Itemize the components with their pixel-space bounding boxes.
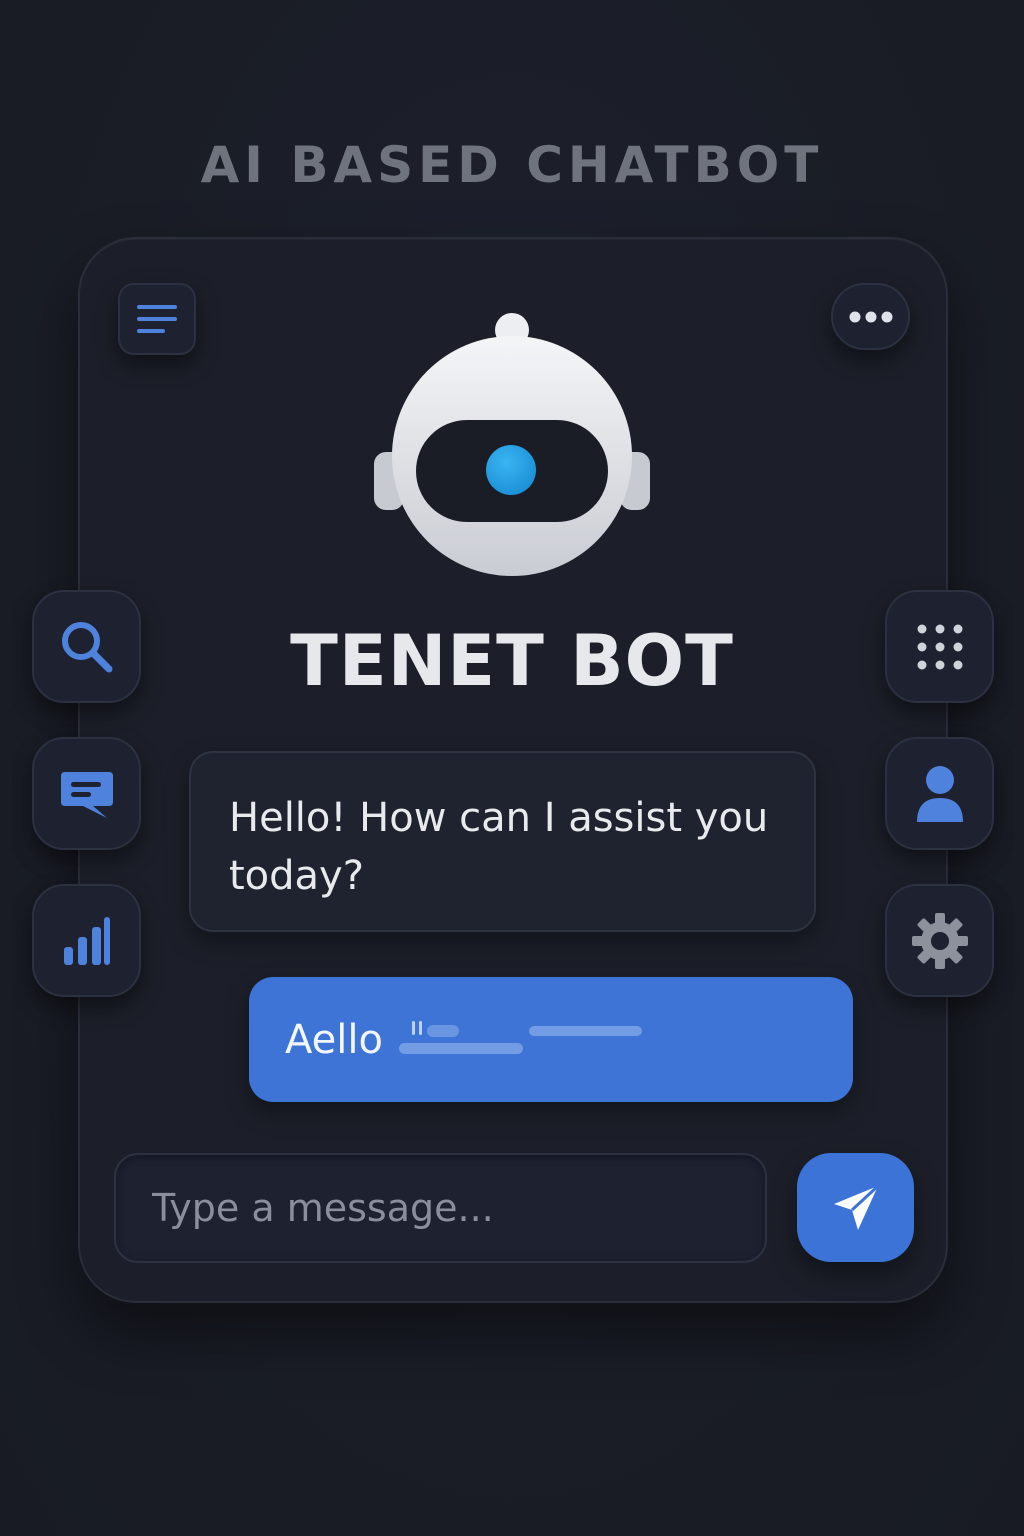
user-message-text: Aello <box>285 1017 383 1063</box>
text-cursor <box>412 1021 415 1035</box>
settings-button[interactable] <box>885 884 994 997</box>
page: AI BASED CHATBOT TENET BOT Hello! How ca… <box>0 0 1024 1536</box>
hamburger-menu-icon <box>137 305 177 333</box>
analytics-button[interactable] <box>32 884 141 997</box>
apps-button[interactable] <box>885 590 994 703</box>
send-button[interactable] <box>797 1153 914 1262</box>
gear-icon <box>911 912 968 969</box>
message-input[interactable] <box>150 1185 731 1231</box>
grid-dots-icon <box>917 624 962 669</box>
more-options-button[interactable] <box>831 283 910 350</box>
chat-bubble-icon <box>60 771 113 818</box>
search-icon <box>61 621 112 672</box>
menu-button[interactable] <box>118 283 196 355</box>
chat-button[interactable] <box>32 737 141 850</box>
bot-message-text: Hello! How can I assist you today? <box>229 795 769 899</box>
text-cursor <box>419 1021 422 1035</box>
bar-chart-icon <box>63 916 110 965</box>
blurred-text-line <box>427 1025 459 1037</box>
user-icon <box>916 765 963 822</box>
message-input-container <box>114 1153 767 1263</box>
blurred-text-line <box>399 1043 523 1054</box>
more-horizontal-icon <box>849 311 892 322</box>
blurred-text-line <box>529 1026 642 1036</box>
bot-message: Hello! How can I assist you today? <box>189 751 816 932</box>
page-heading: AI BASED CHATBOT <box>200 136 824 194</box>
user-message: Aello <box>249 977 853 1102</box>
profile-button[interactable] <box>885 737 994 850</box>
send-icon <box>833 1184 879 1230</box>
search-button[interactable] <box>32 590 141 703</box>
robot-icon <box>374 313 650 576</box>
bot-name: TENET BOT <box>290 620 734 702</box>
